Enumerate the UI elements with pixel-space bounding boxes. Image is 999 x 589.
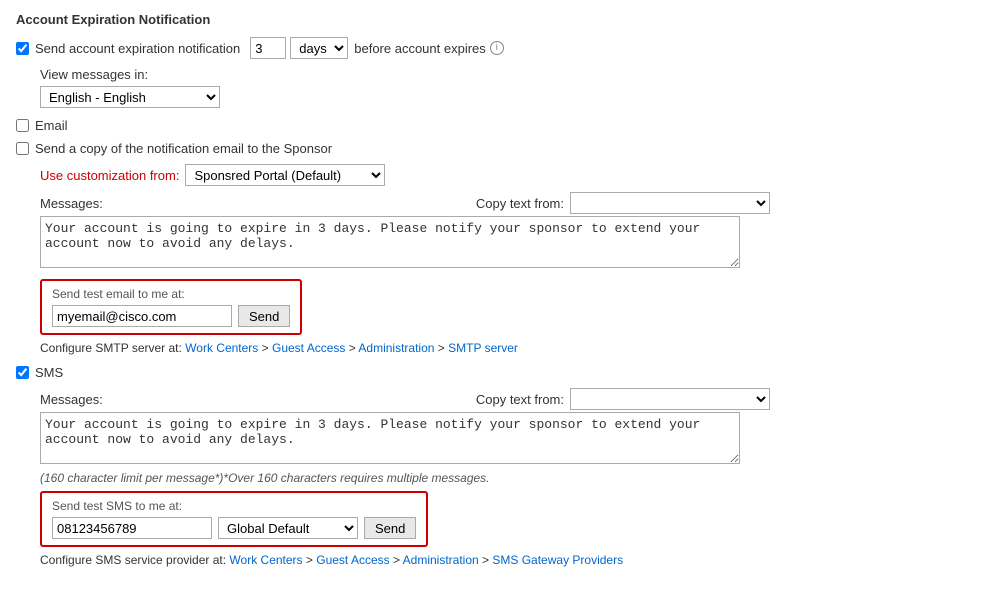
smtp-server-link[interactable]: SMTP server <box>448 341 518 355</box>
sms-work-centers-link[interactable]: Work Centers <box>229 553 302 567</box>
sms-message-block: Your account is going to expire in 3 day… <box>40 412 983 467</box>
sms-configure-prefix: Configure SMS service provider at: <box>40 553 229 567</box>
test-sms-container: Send test SMS to me at: Global Default O… <box>40 491 983 553</box>
view-messages-label: View messages in: <box>40 67 983 82</box>
test-email-box: Send test email to me at: Send <box>40 279 302 335</box>
email-copy-text-label: Copy text from: <box>476 196 564 211</box>
send-notification-row: Send account expiration notification day… <box>16 37 983 59</box>
char-limit-note: (160 character limit per message*)*Over … <box>40 471 983 485</box>
smtp-sep3: > <box>438 341 448 355</box>
smtp-sep1: > <box>262 341 272 355</box>
sms-message-textarea[interactable]: Your account is going to expire in 3 day… <box>40 412 740 464</box>
sms-gateway-providers-link[interactable]: SMS Gateway Providers <box>492 553 623 567</box>
test-email-send-button[interactable]: Send <box>238 305 290 327</box>
sms-section: SMS Messages: Copy text from: Your accou… <box>16 365 983 567</box>
test-sms-label: Send test SMS to me at: <box>52 499 416 513</box>
smtp-work-centers-link[interactable]: Work Centers <box>185 341 258 355</box>
test-email-input[interactable] <box>52 305 232 327</box>
smtp-guest-access-link[interactable]: Guest Access <box>272 341 345 355</box>
sms-copy-text-select[interactable] <box>570 388 770 410</box>
sponsor-copy-row: Send a copy of the notification email to… <box>16 141 983 156</box>
days-input[interactable] <box>250 37 286 59</box>
use-custom-row: Use customization from: Sponsred Portal … <box>40 164 983 186</box>
test-sms-row: Global Default Other Send <box>52 517 416 539</box>
email-messages-header: Messages: Copy text from: <box>40 192 770 214</box>
email-row: Email <box>16 118 983 133</box>
language-select[interactable]: English - English French - French Spanis… <box>40 86 220 108</box>
sms-administration-link[interactable]: Administration <box>403 553 479 567</box>
test-email-row: Send <box>52 305 290 327</box>
sponsor-label: Send a copy of the notification email to… <box>35 141 332 156</box>
smtp-configure-prefix: Configure SMTP server at: <box>40 341 185 355</box>
test-email-label: Send test email to me at: <box>52 287 290 301</box>
sms-sep3: > <box>482 553 492 567</box>
email-checkbox[interactable] <box>16 119 29 132</box>
sms-sep1: > <box>306 553 316 567</box>
days-unit-select[interactable]: days <box>290 37 348 59</box>
test-sms-box: Send test SMS to me at: Global Default O… <box>40 491 428 547</box>
email-label: Email <box>35 118 68 133</box>
email-copy-text-area: Copy text from: <box>476 192 770 214</box>
sms-messages-header: Messages: Copy text from: <box>40 388 770 410</box>
email-message-block: Your account is going to expire in 3 day… <box>40 216 983 271</box>
email-copy-text-select[interactable] <box>570 192 770 214</box>
sms-sep2: > <box>393 553 403 567</box>
smtp-sep2: > <box>349 341 359 355</box>
smtp-configure-link-row: Configure SMTP server at: Work Centers >… <box>40 341 983 355</box>
sms-copy-text-label: Copy text from: <box>476 392 564 407</box>
email-message-textarea[interactable]: Your account is going to expire in 3 day… <box>40 216 740 268</box>
sms-gateway-select[interactable]: Global Default Other <box>218 517 358 539</box>
sms-configure-link-row: Configure SMS service provider at: Work … <box>40 553 983 567</box>
sponsor-checkbox[interactable] <box>16 142 29 155</box>
sms-row: SMS <box>16 365 983 380</box>
test-sms-send-button[interactable]: Send <box>364 517 416 539</box>
send-notification-checkbox[interactable] <box>16 42 29 55</box>
sms-messages-label: Messages: <box>40 392 110 407</box>
before-label: before account expires <box>354 41 486 56</box>
test-sms-input[interactable] <box>52 517 212 539</box>
smtp-administration-link[interactable]: Administration <box>358 341 434 355</box>
section-title: Account Expiration Notification <box>16 12 983 27</box>
test-email-container: Send test email to me at: Send <box>40 279 983 341</box>
sms-label: SMS <box>35 365 63 380</box>
email-messages-label: Messages: <box>40 196 110 211</box>
info-icon: i <box>490 41 504 55</box>
sms-copy-text-area: Copy text from: <box>476 388 770 410</box>
use-custom-label: Use customization from: <box>40 168 179 183</box>
sms-guest-access-link[interactable]: Guest Access <box>316 553 389 567</box>
send-notification-label: Send account expiration notification <box>35 41 240 56</box>
sms-checkbox[interactable] <box>16 366 29 379</box>
custom-portal-select[interactable]: Sponsred Portal (Default) Guest Portal <box>185 164 385 186</box>
